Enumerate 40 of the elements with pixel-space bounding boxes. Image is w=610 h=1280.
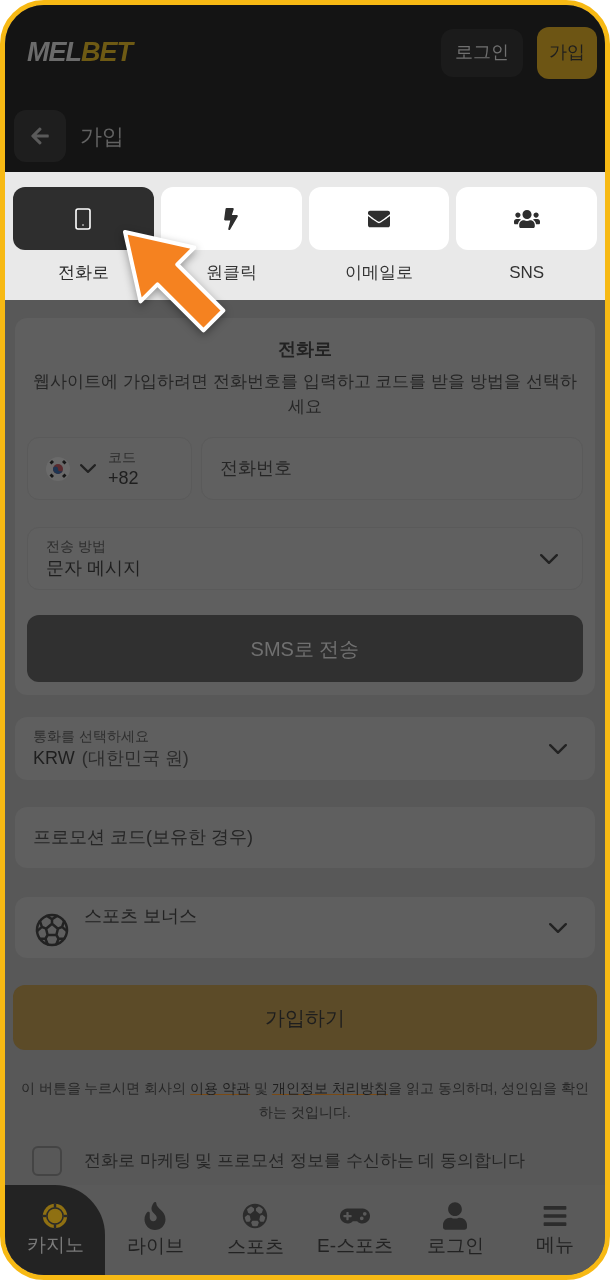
bonus-dropdown[interactable]: 스포츠 보너스 bbox=[15, 897, 595, 958]
tab-label: 전화로 bbox=[57, 262, 109, 284]
back-button[interactable] bbox=[14, 110, 66, 162]
field-value: 문자 메시지 bbox=[46, 556, 141, 580]
nav-item[interactable]: 라이브 bbox=[105, 1185, 205, 1275]
bonus-label: 스포츠 보너스 bbox=[84, 905, 198, 928]
flag-icon bbox=[46, 456, 70, 481]
terms-link[interactable]: 개인정보 처리방침 bbox=[271, 1080, 388, 1096]
tab[interactable] bbox=[13, 187, 154, 250]
menu-icon bbox=[541, 1203, 569, 1229]
user-icon bbox=[443, 1202, 467, 1230]
nav-item[interactable]: 메뉴 bbox=[505, 1185, 605, 1275]
nav-item[interactable]: 로그인 bbox=[405, 1185, 505, 1275]
currency-code: KRW bbox=[33, 746, 75, 770]
nav-item[interactable]: E-스포츠 bbox=[305, 1185, 405, 1275]
tab[interactable] bbox=[308, 187, 450, 250]
register-button[interactable]: 가입하기 bbox=[13, 985, 597, 1050]
tab[interactable] bbox=[456, 187, 597, 250]
chevron-down-icon bbox=[540, 553, 558, 564]
page-title: 가입 bbox=[80, 122, 124, 151]
tab-label: SNS bbox=[509, 262, 545, 284]
chevron-down-icon bbox=[549, 922, 567, 933]
field-value: +82 bbox=[108, 466, 139, 490]
promo-code-field[interactable]: 프로모션 코드(보유한 경우) bbox=[15, 807, 595, 868]
casino-chip-icon bbox=[42, 1203, 68, 1229]
back-arrow-icon bbox=[29, 126, 51, 146]
fire-icon bbox=[143, 1202, 167, 1230]
signup-button[interactable]: 가입 bbox=[537, 26, 597, 79]
nav-item[interactable]: 스포츠 bbox=[205, 1185, 305, 1275]
form-description: 웹사이트에 가입하려면 전화번호를 입력하고 코드를 받을 방법을 선택하세요 bbox=[32, 371, 578, 418]
people-icon bbox=[513, 207, 540, 230]
phone-number-field[interactable]: 전화번호 bbox=[201, 437, 583, 500]
nav-item[interactable]: 카지노 bbox=[5, 1185, 105, 1275]
login-button[interactable]: 로그인 bbox=[441, 28, 523, 77]
tab-label: 이메일로 bbox=[344, 262, 413, 284]
chevron-down-icon bbox=[80, 464, 96, 473]
tab-label: 원클릭 bbox=[205, 262, 257, 284]
terms-link[interactable]: 이용 약관 bbox=[190, 1080, 251, 1096]
chevron-down-icon bbox=[549, 743, 567, 754]
form-title: 전화로 bbox=[277, 338, 333, 361]
